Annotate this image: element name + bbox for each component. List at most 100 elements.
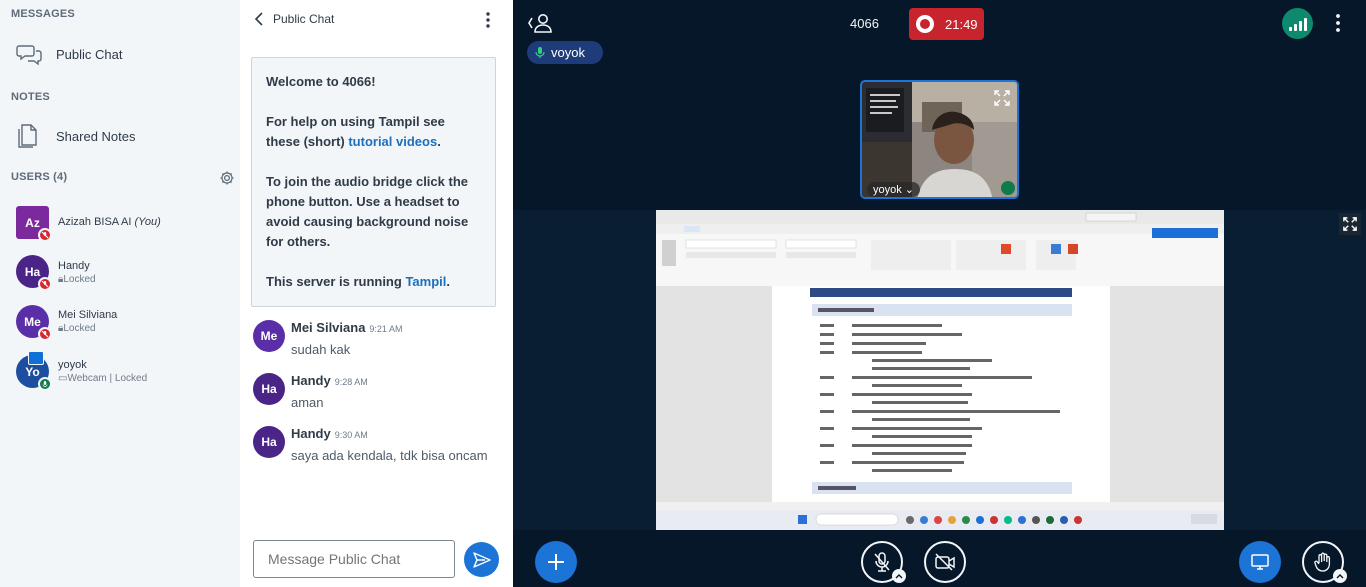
user-status-text: Locked — [63, 274, 96, 285]
sidebar-item-label: Shared Notes — [56, 128, 136, 144]
message-author: Handy 9:30 AM — [291, 426, 368, 441]
messages-section-title: MESSAGES — [11, 8, 75, 20]
presentation-button[interactable] — [1239, 541, 1281, 583]
fullscreen-icon[interactable] — [994, 90, 1010, 106]
message-author-name: Mei Silviana — [291, 320, 366, 335]
chevron-up-icon[interactable] — [1333, 569, 1347, 583]
message-text: saya ada kendala, tdk bisa oncam — [291, 448, 488, 463]
chat-panel: Public Chat Welcome to 4066! For help on… — [240, 0, 513, 587]
avatar-initials: Yo — [25, 364, 40, 379]
more-options-icon[interactable] — [1334, 12, 1342, 34]
server-info-suffix: . — [446, 274, 450, 289]
chevron-left-icon[interactable] — [253, 11, 265, 27]
talking-indicator[interactable]: voyok — [527, 41, 603, 64]
webcam-icon — [28, 351, 44, 365]
users-section-title: USERS (4) — [11, 171, 68, 183]
avatar-initials: Ha — [24, 264, 41, 279]
chevron-up-icon[interactable] — [892, 569, 906, 583]
recording-indicator[interactable]: 21:49 — [909, 8, 984, 40]
audio-instructions: To join the audio bridge click the phone… — [266, 174, 469, 249]
meeting-title: 4066 — [850, 16, 879, 31]
user-name-text: Azizah BISA AI — [58, 216, 132, 228]
user-list-item[interactable]: Az Azizah BISA AI (You) — [0, 200, 240, 246]
talker-name: voyok — [551, 45, 585, 60]
avatar: Ha — [253, 426, 285, 458]
user-list-panel: MESSAGES Public Chat NOTES Shared Notes … — [0, 0, 240, 587]
sidebar-item-public-chat[interactable]: Public Chat — [0, 34, 240, 74]
document-icon — [18, 124, 37, 148]
message-text: aman — [291, 395, 324, 410]
message-time: 9:30 AM — [334, 430, 368, 440]
avatar: Ha — [253, 373, 285, 405]
share-webcam-button[interactable] — [924, 541, 966, 583]
mute-microphone-button[interactable] — [861, 541, 906, 583]
avatar-initials: Az — [25, 215, 40, 230]
user-list-item[interactable]: Yo yoyok ▭Webcam | Locked — [0, 349, 240, 395]
message-author-name: Handy — [291, 373, 331, 388]
sidebar-item-label: Public Chat — [56, 46, 123, 62]
user-status-text: Locked — [63, 323, 96, 334]
raise-hand-button[interactable] — [1302, 541, 1347, 583]
user-list-item[interactable]: Me Mei Silviana 🔒︎Locked — [0, 299, 240, 345]
help-text-suffix: . — [437, 134, 441, 149]
more-options-icon[interactable] — [484, 10, 492, 30]
monitor-icon — [1251, 554, 1269, 570]
user-name: Azizah BISA AI (You) — [58, 216, 161, 228]
avatar: Yo — [16, 351, 52, 391]
mic-icon — [38, 377, 52, 391]
screenshare-video[interactable] — [656, 210, 1224, 530]
server-info-prefix: This server is running — [266, 274, 406, 289]
avatar-initials: Me — [24, 314, 41, 329]
meeting-stage: 4066 21:49 voyok yoyok ⌄ — [513, 0, 1366, 587]
message-text: sudah kak — [291, 342, 351, 357]
welcome-message: Welcome to 4066! For help on using Tampi… — [251, 57, 496, 307]
mic-active-icon — [1001, 181, 1015, 195]
message-time: 9:21 AM — [369, 324, 403, 334]
screenshare-fullscreen-button[interactable] — [1339, 213, 1361, 235]
camera-off-icon — [935, 553, 955, 571]
gear-icon[interactable] — [219, 170, 235, 186]
muted-mic-icon — [38, 228, 52, 242]
connection-status-button[interactable] — [1282, 8, 1313, 39]
server-info: This server is running Tampil. — [266, 272, 481, 292]
send-message-button[interactable] — [464, 542, 499, 577]
chat-bubbles-icon — [16, 45, 42, 66]
signal-bar — [1298, 21, 1302, 31]
recording-time: 21:49 — [945, 16, 978, 32]
actions-add-button[interactable] — [535, 541, 577, 583]
help-text: For help on using Tampil see these (shor… — [266, 112, 481, 152]
sidebar-item-shared-notes[interactable]: Shared Notes — [0, 116, 240, 156]
record-icon — [916, 15, 934, 33]
user-status-text: Webcam | Locked — [67, 373, 148, 384]
shared-screen-document-image — [656, 210, 1224, 530]
user-list-item[interactable]: Ha Handy 🔒︎Locked — [0, 249, 240, 295]
notes-section-title: NOTES — [11, 91, 50, 103]
chat-message-input[interactable] — [253, 540, 455, 578]
signal-bar — [1303, 18, 1307, 31]
webcam-user-name: yoyok ⌄ — [867, 182, 921, 197]
muted-mic-icon — [38, 327, 52, 341]
chat-title: Public Chat — [273, 12, 335, 26]
webcam-user-name-text: yoyok — [873, 184, 902, 196]
user-name: Handy — [58, 260, 90, 272]
user-status: 🔒︎Locked — [58, 323, 96, 334]
fullscreen-icon — [1343, 217, 1357, 231]
user-status: ▭Webcam | Locked — [58, 373, 147, 384]
mic-off-icon — [874, 552, 890, 572]
signal-bar — [1288, 27, 1292, 31]
tampil-link[interactable]: Tampil — [405, 274, 446, 289]
message-time: 9:28 AM — [334, 377, 368, 387]
webcam-video-tile[interactable]: yoyok ⌄ — [860, 80, 1019, 199]
user-name: Mei Silviana — [58, 309, 118, 321]
you-tag: (You) — [134, 216, 161, 228]
muted-mic-icon — [38, 277, 52, 291]
avatar: Az — [16, 206, 52, 242]
signal-bar — [1293, 24, 1297, 31]
message-author-name: Handy — [291, 426, 331, 441]
user-name: yoyok — [58, 359, 87, 371]
avatar: Me — [253, 320, 285, 352]
avatar: Ha — [16, 255, 52, 291]
message-author: Mei Silviana 9:21 AM — [291, 320, 402, 335]
tutorial-videos-link[interactable]: tutorial videos — [348, 134, 437, 149]
toggle-user-list-icon[interactable] — [527, 12, 553, 34]
